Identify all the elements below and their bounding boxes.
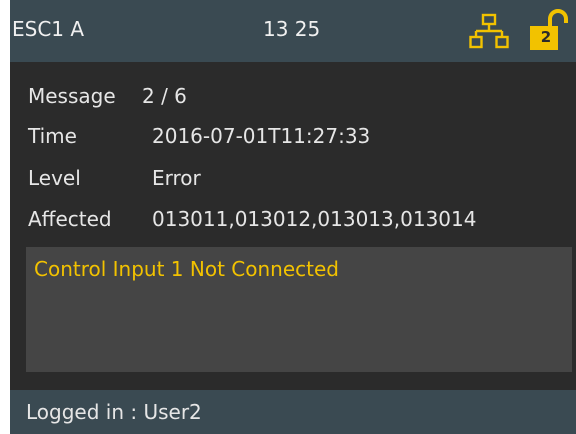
level-label: Level: [28, 166, 81, 190]
message-label: Message: [28, 84, 116, 108]
lock-level-badge: 2: [540, 28, 552, 46]
time-value: 2016-07-01T11:27:33: [152, 124, 371, 148]
time-label: Time: [28, 124, 77, 148]
device-screen: ESC1 A 13 25 2 Message 2 / 6 Time 2016-0…: [10, 0, 576, 434]
message-text-box: Control Input 1 Not Connected: [26, 247, 572, 372]
status-bar: Logged in : User2: [10, 390, 576, 434]
network-icon[interactable]: [469, 13, 509, 49]
message-value: 2 / 6: [142, 84, 187, 108]
affected-value: 013011,013012,013013,013014: [152, 207, 477, 231]
clock: 13 25: [263, 17, 321, 41]
level-value: Error: [152, 166, 201, 190]
affected-label: Affected: [28, 207, 112, 231]
message-details: Message 2 / 6 Time 2016-07-01T11:27:33 L…: [10, 62, 576, 390]
device-title: ESC1 A: [12, 17, 85, 41]
message-text: Control Input 1 Not Connected: [34, 257, 339, 281]
header-bar: ESC1 A 13 25 2: [10, 0, 576, 62]
login-status: Logged in : User2: [26, 400, 202, 424]
